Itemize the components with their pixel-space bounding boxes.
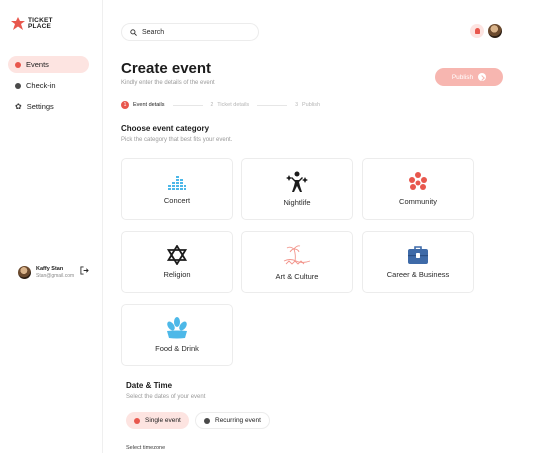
sidebar-nav: Events Check-in ✿ Settings — [8, 56, 89, 119]
page-title: Create event — [121, 60, 212, 77]
category-card-religion[interactable]: Religion — [121, 231, 233, 293]
timezone-label: Select timezone — [126, 445, 166, 451]
stepper: 1 Event details 2 Ticket details 3 Publi… — [121, 101, 320, 109]
step-label: Publish — [301, 102, 321, 108]
equalizer-icon — [168, 176, 186, 190]
category-card-concert[interactable]: Concert — [121, 158, 233, 220]
category-subtitle: Pick the category that best fits your ev… — [121, 137, 233, 143]
category-label: Art & Culture — [275, 272, 319, 281]
avatar — [18, 266, 31, 279]
community-icon — [409, 172, 427, 190]
publish-button[interactable]: Publish — [435, 68, 503, 86]
datetime-subtitle: Select the dates of your event — [126, 394, 206, 400]
page-subtitle: Kindly enter the details of the event — [121, 80, 215, 86]
search-placeholder: Search — [142, 28, 165, 36]
header-avatar[interactable] — [488, 24, 502, 38]
step-ticket-details[interactable]: 2 Ticket details — [211, 101, 250, 109]
sidebar-item-label: Check-in — [26, 81, 56, 90]
step-label: Event details — [133, 102, 165, 108]
user-profile[interactable]: Kaffy Stan Stan@gmail.com — [18, 266, 74, 279]
category-card-art-culture[interactable]: Art & Culture — [241, 231, 353, 293]
step-label: Ticket details — [217, 102, 250, 108]
step-number: 3 — [295, 102, 298, 108]
category-card-nightlife[interactable]: Nightlife — [241, 158, 353, 220]
option-label: Single event — [145, 417, 181, 424]
bell-icon — [474, 28, 480, 34]
category-label: Religion — [163, 270, 191, 279]
wheat-icon — [167, 317, 187, 339]
logout-icon[interactable] — [80, 266, 89, 275]
step-divider — [172, 104, 203, 106]
palm-tree-icon — [283, 245, 311, 265]
sidebar-item-label: Events — [26, 60, 49, 69]
radio-unselected-icon — [204, 417, 210, 424]
profile-text: Kaffy Stan Stan@gmail.com — [36, 266, 74, 279]
search-input[interactable]: Search — [121, 23, 259, 41]
option-label: Recurring event — [215, 417, 261, 424]
briefcase-icon — [408, 246, 428, 264]
category-card-community[interactable]: Community — [362, 158, 474, 220]
step-publish[interactable]: 3 Publish — [295, 101, 320, 109]
star-of-david-icon — [167, 245, 187, 265]
arrow-right-icon — [478, 73, 487, 81]
sidebar: TICKET PLACE Events Check-in ✿ Settings … — [0, 0, 103, 453]
category-label: Nightlife — [283, 198, 311, 207]
category-card-career-business[interactable]: Career & Business — [362, 231, 474, 293]
search-icon — [130, 28, 137, 36]
step-number: 1 — [121, 101, 129, 109]
ticket-place-logo-icon — [11, 17, 25, 30]
dancer-icon — [286, 171, 308, 192]
category-label: Career & Business — [386, 270, 450, 279]
category-title: Choose event category — [121, 124, 210, 133]
step-number: 2 — [210, 102, 214, 108]
single-event-option[interactable]: Single event — [126, 412, 189, 429]
category-label: Food & Drink — [155, 344, 199, 353]
brand-logo[interactable]: TICKET PLACE — [11, 17, 53, 31]
gear-icon: ✿ — [15, 101, 22, 111]
category-label: Community — [399, 197, 437, 206]
sidebar-item-check-in[interactable]: Check-in — [8, 77, 89, 94]
sidebar-item-events[interactable]: Events — [8, 56, 89, 73]
sidebar-item-label: Settings — [26, 102, 54, 111]
step-divider — [257, 104, 288, 106]
step-event-details[interactable]: 1 Event details — [121, 101, 165, 109]
publish-label: Publish — [451, 73, 474, 81]
datetime-title: Date & Time — [126, 381, 173, 390]
notification-button[interactable] — [470, 24, 484, 38]
recurring-event-option[interactable]: Recurring event — [195, 412, 270, 429]
sidebar-item-settings[interactable]: ✿ Settings — [8, 98, 89, 115]
category-label: Concert — [163, 196, 191, 205]
profile-name: Kaffy Stan — [36, 266, 64, 272]
category-card-food-drink[interactable]: Food & Drink — [121, 304, 233, 366]
radio-selected-icon — [134, 417, 140, 424]
check-in-dot-icon — [15, 82, 21, 89]
profile-email: Stan@gmail.com — [36, 273, 75, 279]
brand-name: TICKET PLACE — [28, 16, 53, 30]
events-dot-icon — [15, 61, 21, 68]
